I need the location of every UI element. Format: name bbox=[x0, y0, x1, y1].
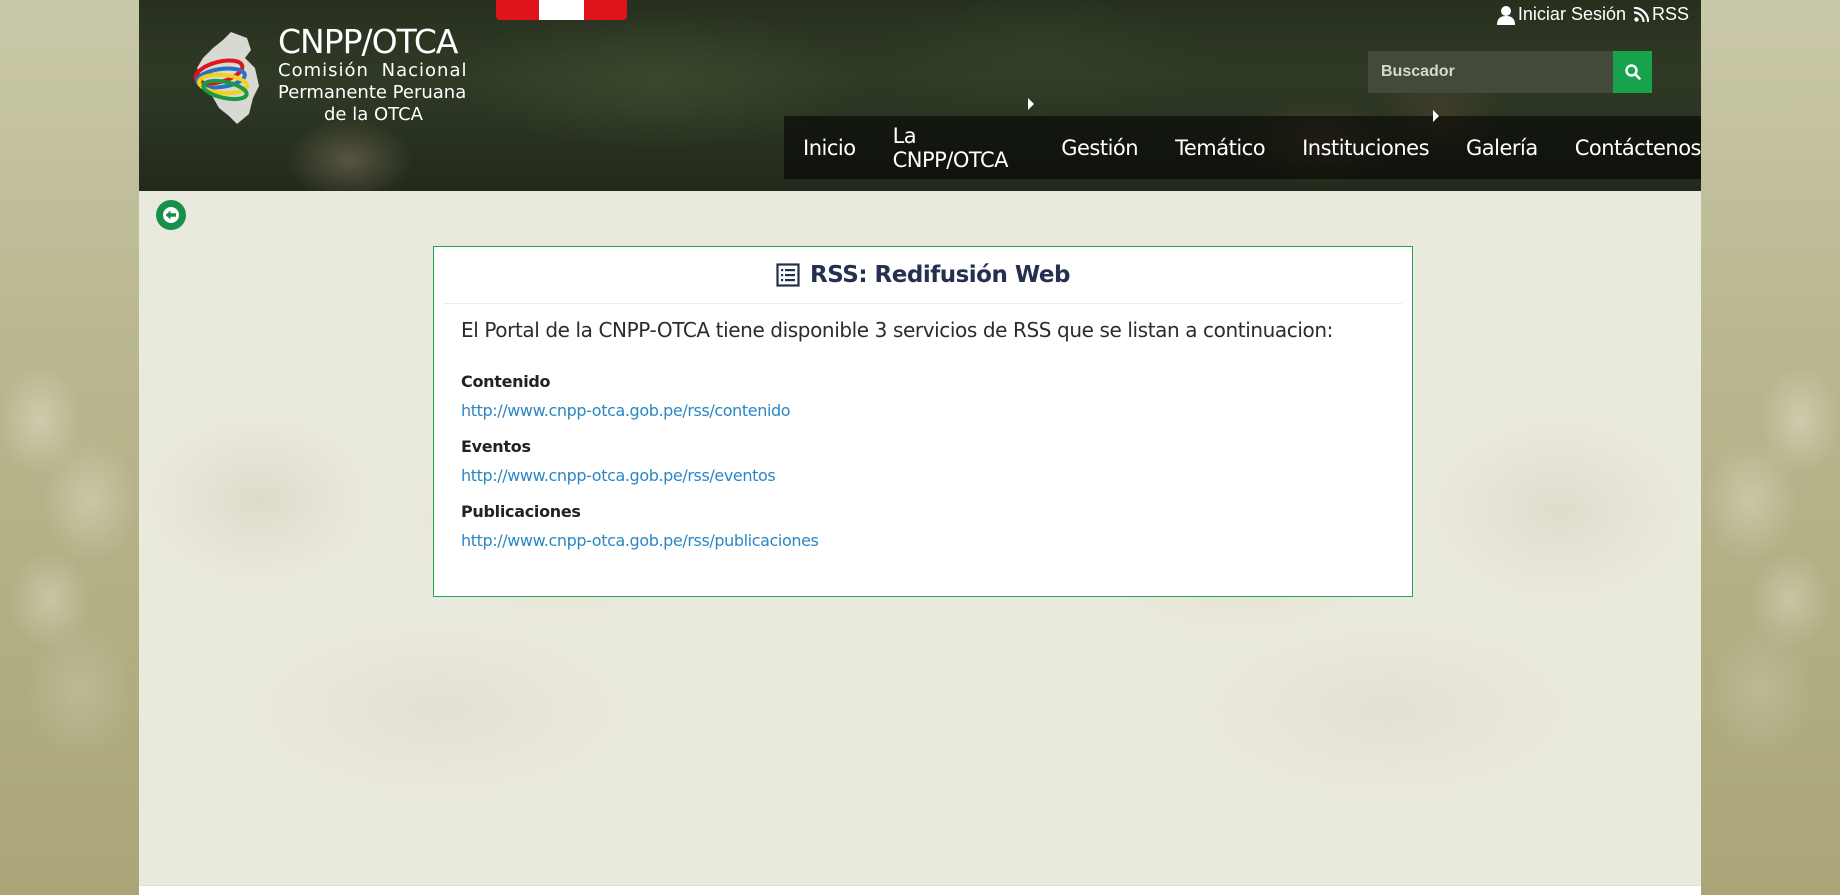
card-body: El Portal de la CNPP-OTCA tiene disponib… bbox=[434, 304, 1412, 551]
nav-item-instituciones[interactable]: Instituciones bbox=[1302, 109, 1440, 160]
rss-link-label: RSS bbox=[1651, 4, 1689, 24]
page-container: CNPP/OTCA Comisión Nacional Permanente P… bbox=[139, 0, 1701, 895]
feed-link-publicaciones[interactable]: http://www.cnpp-otca.gob.pe/rss/publicac… bbox=[461, 531, 819, 550]
peru-map-logo-icon bbox=[193, 32, 259, 124]
feed-label: Contenido bbox=[461, 372, 551, 391]
main-nav: Inicio La CNPP/OTCA Gestión Temático Ins… bbox=[784, 97, 1701, 179]
logo-subtitle-line3: de la OTCA bbox=[324, 104, 423, 125]
intro-text: El Portal de la CNPP-OTCA tiene disponib… bbox=[461, 318, 1333, 342]
rss-icon bbox=[1633, 7, 1649, 22]
site-header: CNPP/OTCA Comisión Nacional Permanente P… bbox=[139, 0, 1701, 191]
rss-link[interactable]: RSS bbox=[1633, 4, 1689, 25]
site-logo[interactable]: CNPP/OTCA Comisión Nacional Permanente P… bbox=[189, 22, 489, 132]
feed-item: Publicaciones http://www.cnpp-otca.gob.p… bbox=[461, 502, 1385, 551]
submenu-caret-icon bbox=[1028, 97, 1035, 110]
nav-item-la-cnpp-otca[interactable]: La CNPP/OTCA bbox=[892, 97, 1035, 172]
arrow-left-icon bbox=[163, 207, 179, 223]
feed-link-contenido[interactable]: http://www.cnpp-otca.gob.pe/rss/contenid… bbox=[461, 401, 791, 420]
feed-item: Eventos http://www.cnpp-otca.gob.pe/rss/… bbox=[461, 437, 1385, 486]
submenu-caret-icon bbox=[1433, 109, 1440, 122]
search-icon bbox=[1624, 64, 1641, 80]
nav-item-contactenos[interactable]: Contáctenos bbox=[1575, 136, 1701, 160]
nav-item-galeria[interactable]: Galería bbox=[1466, 136, 1538, 160]
logo-title: CNPP/OTCA bbox=[278, 22, 458, 61]
background-foliage-left bbox=[0, 360, 140, 895]
peru-flag bbox=[496, 0, 627, 20]
search-button[interactable] bbox=[1613, 51, 1652, 93]
logo-subtitle-line1: Comisión Nacional bbox=[278, 60, 468, 81]
nav-item-label: Instituciones bbox=[1302, 135, 1430, 160]
top-links: Iniciar Sesión RSS bbox=[1496, 4, 1689, 25]
nav-item-gestion[interactable]: Gestión bbox=[1061, 136, 1138, 160]
feed-item: Contenido http://www.cnpp-otca.gob.pe/rs… bbox=[461, 372, 1385, 421]
feed-label: Publicaciones bbox=[461, 502, 581, 521]
rss-card: RSS: Redifusión Web El Portal de la CNPP… bbox=[433, 246, 1413, 597]
search-input[interactable] bbox=[1368, 51, 1613, 93]
footer-strip bbox=[139, 885, 1701, 895]
back-button[interactable] bbox=[156, 200, 186, 230]
feed-label: Eventos bbox=[461, 437, 531, 456]
nav-item-tematico[interactable]: Temático bbox=[1175, 136, 1265, 160]
card-title: RSS: Redifusión Web bbox=[810, 262, 1070, 288]
background-foliage-right bbox=[1700, 360, 1840, 895]
feed-link-eventos[interactable]: http://www.cnpp-otca.gob.pe/rss/eventos bbox=[461, 466, 776, 485]
card-header: RSS: Redifusión Web bbox=[444, 247, 1402, 304]
login-link[interactable]: Iniciar Sesión bbox=[1496, 4, 1626, 25]
nav-item-label: La CNPP/OTCA bbox=[892, 123, 1009, 172]
nav-item-inicio[interactable]: Inicio bbox=[803, 136, 856, 160]
logo-subtitle-line2: Permanente Peruana bbox=[278, 82, 467, 103]
list-alt-icon bbox=[776, 263, 800, 287]
search-box bbox=[1368, 51, 1652, 93]
login-link-label: Iniciar Sesión bbox=[1517, 4, 1626, 24]
user-icon bbox=[1496, 5, 1515, 25]
